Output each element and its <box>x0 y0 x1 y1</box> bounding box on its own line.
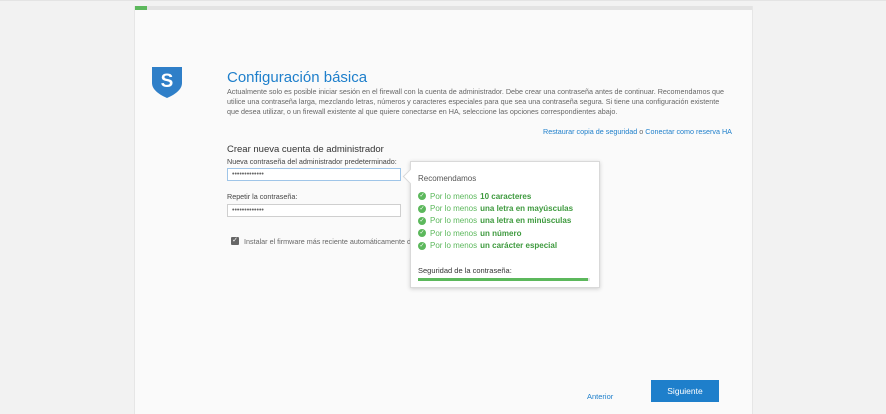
wizard-progress-bar <box>135 6 752 10</box>
repeat-password-label: Repetir la contraseña: <box>227 192 298 201</box>
requirement-emphasis: un carácter especial <box>480 241 558 251</box>
connect-ha-link[interactable]: Conectar como reserva HA <box>645 127 732 136</box>
requirement-emphasis: una letra en minúsculas <box>480 216 572 226</box>
strength-meter <box>418 278 590 281</box>
wizard-progress-fill <box>135 6 148 10</box>
requirement-item: ✓ Por lo menos un número <box>418 227 573 239</box>
requirement-prefix: Por lo menos <box>430 204 478 214</box>
requirements-list: ✓ Por lo menos 10 caracteres ✓ Por lo me… <box>418 190 573 252</box>
requirement-emphasis: una letra en mayúsculas <box>480 204 574 214</box>
requirement-prefix: Por lo menos <box>430 241 478 251</box>
top-border <box>0 0 886 1</box>
requirement-emphasis: un número <box>480 228 522 238</box>
password-field[interactable] <box>227 168 401 181</box>
section-title: Crear nueva cuenta de administrador <box>227 144 384 155</box>
restore-backup-link[interactable]: Restaurar copia de seguridad <box>543 127 637 136</box>
password-recommendations-popover: Recomendamos ✓ Por lo menos 10 caractere… <box>402 161 600 288</box>
popover-arrow <box>402 168 419 185</box>
firmware-checkbox-label: Instalar el firmware más reciente automá… <box>244 237 411 246</box>
password-label: Nueva contraseña del administrador prede… <box>227 157 397 166</box>
intro-text: Actualmente solo es posible iniciar sesi… <box>227 87 725 116</box>
requirement-prefix: Por lo menos <box>430 228 478 238</box>
popover-title: Recomendamos <box>418 174 477 183</box>
page-title: Configuración básica <box>227 69 368 86</box>
requirement-item: ✓ Por lo menos 10 caracteres <box>418 190 573 202</box>
svg-text:S: S <box>161 71 174 92</box>
check-circle-icon: ✓ <box>418 229 426 238</box>
requirement-emphasis: 10 caracteres <box>480 191 532 201</box>
check-circle-icon: ✓ <box>418 204 426 213</box>
back-link[interactable]: Anterior <box>587 392 613 401</box>
requirement-item: ✓ Por lo menos una letra en mayúsculas <box>418 202 573 214</box>
repeat-password-field[interactable] <box>227 204 401 217</box>
setup-panel: S Configuración básica Actualmente solo … <box>134 6 753 414</box>
strength-label: Seguridad de la contraseña: <box>418 266 512 275</box>
links-separator: o <box>639 127 644 136</box>
requirement-prefix: Por lo menos <box>430 216 478 226</box>
requirement-prefix: Por lo menos <box>430 191 478 201</box>
firmware-checkbox[interactable]: ✓ <box>231 237 239 245</box>
next-button[interactable]: Siguiente <box>651 380 719 402</box>
setup-options-links: Restaurar copia de seguridad o Conectar … <box>543 127 732 136</box>
shield-s-logo: S <box>152 67 182 98</box>
strength-meter-fill <box>418 278 589 281</box>
check-circle-icon: ✓ <box>418 192 426 201</box>
requirement-item: ✓ Por lo menos un carácter especial <box>418 240 573 252</box>
check-circle-icon: ✓ <box>418 241 426 250</box>
requirement-item: ✓ Por lo menos una letra en minúsculas <box>418 215 573 227</box>
check-circle-icon: ✓ <box>418 216 426 225</box>
